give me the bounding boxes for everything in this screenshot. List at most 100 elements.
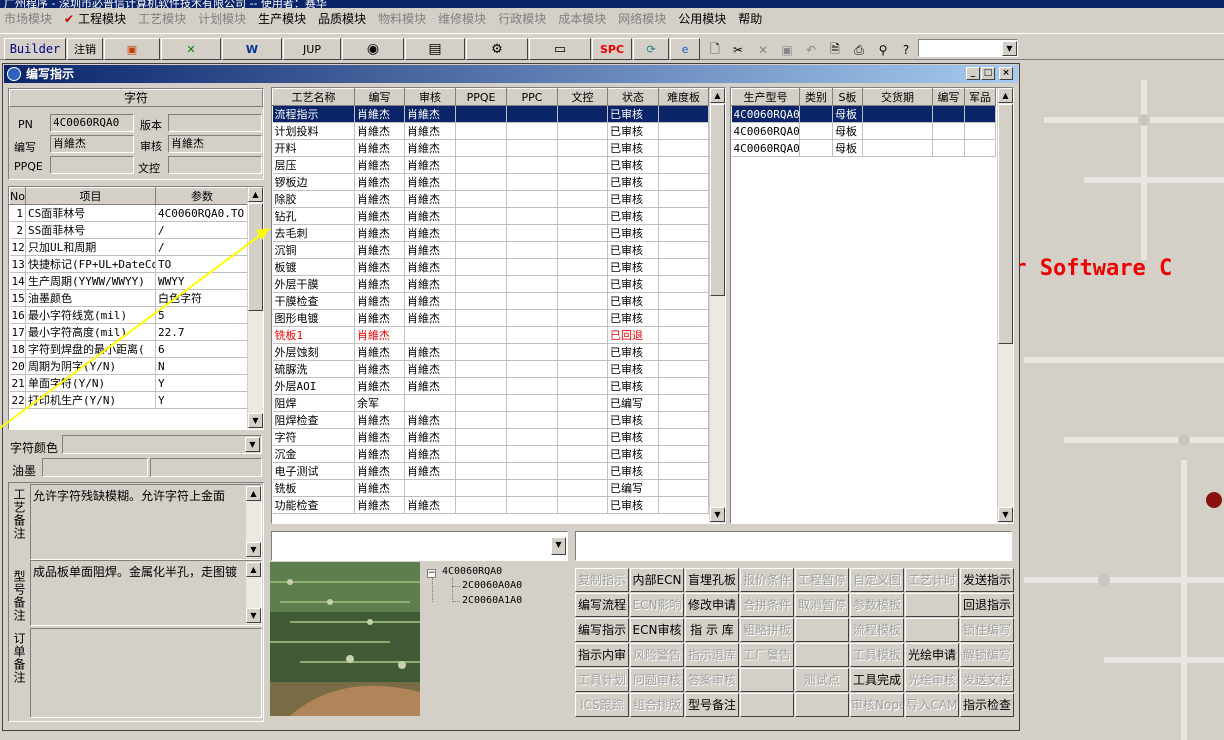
table-row[interactable]: 除胶 肖維杰 肖維杰 已审核 bbox=[272, 190, 709, 208]
table-row[interactable]: 钻孔 肖維杰 肖維杰 已审核 bbox=[272, 207, 709, 225]
menu-item[interactable]: 生产模块 bbox=[258, 10, 306, 27]
action-button[interactable]: 参数模板 bbox=[850, 593, 904, 617]
table-row[interactable]: 流程指示 肖維杰 肖維杰 已审核 bbox=[272, 105, 709, 123]
column-header[interactable]: S板 bbox=[832, 88, 863, 106]
table-row[interactable]: 板镀 肖維杰 肖維杰 已审核 bbox=[272, 258, 709, 276]
scroll-down-icon[interactable]: ▼ bbox=[248, 413, 263, 428]
close-button[interactable]: × bbox=[999, 67, 1013, 80]
action-button[interactable]: 指示内审 bbox=[575, 643, 629, 667]
action-button[interactable]: 工具完成 bbox=[850, 668, 904, 692]
table-row[interactable]: 13 快捷标记(FP+UL+DateCo TO bbox=[9, 255, 249, 273]
action-button[interactable]: 盲埋孔板 bbox=[685, 568, 739, 592]
table-row[interactable]: 12 只加UL和周期 / bbox=[9, 238, 249, 256]
delete-icon[interactable]: ✕ bbox=[753, 40, 773, 60]
table-row[interactable]: 15 油墨颜色 白色字符 bbox=[9, 289, 249, 307]
column-header[interactable]: 文控 bbox=[557, 88, 608, 106]
table-row[interactable]: 20 周期为阴字(Y/N) N bbox=[9, 357, 249, 375]
action-button[interactable]: 工具计划 bbox=[575, 668, 629, 692]
pn-field[interactable]: 4C0060RQA0 bbox=[50, 114, 134, 132]
table-row[interactable]: 电子测试 肖維杰 肖維杰 已审核 bbox=[272, 462, 709, 480]
computer-icon[interactable]: ▭ bbox=[529, 38, 591, 60]
menu-item[interactable]: 计划模块 bbox=[198, 10, 246, 27]
print-icon[interactable]: ⎙ bbox=[849, 40, 869, 60]
scroll-thumb[interactable] bbox=[248, 203, 263, 311]
action-button[interactable]: ECN审核 bbox=[630, 618, 684, 642]
undo-icon[interactable]: ↶ bbox=[801, 40, 821, 60]
menu-item[interactable]: 成本模块 bbox=[558, 10, 606, 27]
action-button[interactable]: 修改申请 bbox=[685, 593, 739, 617]
order-note-memo[interactable] bbox=[30, 628, 262, 718]
action-button[interactable]: 问题审核 bbox=[630, 668, 684, 692]
table-row[interactable]: 18 字符到焊盘的最小距离(6 bbox=[9, 340, 249, 358]
refresh-icon[interactable]: ⟳ bbox=[633, 38, 669, 60]
table-row[interactable]: 沉铜 肖維杰 肖維杰 已审核 bbox=[272, 241, 709, 259]
scroll-thumb[interactable] bbox=[998, 104, 1013, 344]
table-row[interactable]: 22 打印机生产(Y/N) Y bbox=[9, 391, 249, 409]
action-button[interactable]: 报价条件 bbox=[740, 568, 794, 592]
table-row[interactable]: 阻焊 余军 已编写 bbox=[272, 394, 709, 412]
column-header[interactable]: 工艺名称 bbox=[272, 88, 355, 106]
menu-item[interactable]: 市场模块 bbox=[4, 10, 52, 27]
action-button[interactable] bbox=[905, 618, 959, 642]
table-row[interactable]: 锣板边 肖維杰 肖維杰 已审核 bbox=[272, 173, 709, 191]
action-button[interactable]: 编写指示 bbox=[575, 618, 629, 642]
scroll-up-icon[interactable]: ▲ bbox=[710, 88, 725, 103]
action-button[interactable]: 工具模板 bbox=[850, 643, 904, 667]
help-icon[interactable]: ? bbox=[896, 40, 916, 60]
action-button[interactable]: 合拼条件 bbox=[740, 593, 794, 617]
network-icon[interactable]: ⚙ bbox=[466, 38, 528, 60]
table-row[interactable]: 沉金 肖維杰 肖維杰 已审核 bbox=[272, 445, 709, 463]
table-row[interactable]: 外层干膜 肖維杰 肖維杰 已审核 bbox=[272, 275, 709, 293]
table-row[interactable]: 17 最小字符高度(mil) 22.7 bbox=[9, 323, 249, 341]
bottom-right-input[interactable] bbox=[575, 531, 1012, 561]
column-header[interactable]: PPC bbox=[506, 88, 558, 106]
action-button[interactable]: 发送指示 bbox=[960, 568, 1014, 592]
action-button[interactable] bbox=[795, 643, 849, 667]
model-tree[interactable]: − 4C0060RQA0 2C0060A0A0 2C0060A1A0 bbox=[422, 562, 568, 716]
action-button[interactable]: 光绘审核 bbox=[905, 668, 959, 692]
craft-note-memo[interactable]: 允许字符残缺模糊。允许字符上金面 bbox=[30, 484, 262, 560]
scroll-thumb[interactable] bbox=[710, 104, 725, 296]
model-note-memo[interactable]: 成品板单面阻焊。金属化半孔，走图镀 bbox=[30, 560, 262, 626]
table-row[interactable]: 去毛刺 肖維杰 肖維杰 已审核 bbox=[272, 224, 709, 242]
table-row[interactable]: 16 最小字符线宽(mil) 5 bbox=[9, 306, 249, 324]
column-header[interactable]: 难度板 bbox=[658, 88, 709, 106]
table-row[interactable]: 字符 肖維杰 肖維杰 已审核 bbox=[272, 428, 709, 446]
scroll-up-icon[interactable]: ▲ bbox=[248, 187, 263, 202]
action-button[interactable]: 型号备注 bbox=[685, 693, 739, 717]
action-button[interactable] bbox=[740, 693, 794, 717]
doc-control-field[interactable] bbox=[168, 156, 262, 174]
toolbar-combo-dropdown-icon[interactable]: ▼ bbox=[1002, 41, 1017, 56]
column-header[interactable]: 交货期 bbox=[862, 88, 933, 106]
action-button[interactable]: ICS跟踪 bbox=[575, 693, 629, 717]
tree-root[interactable]: 4C0060RQA0 bbox=[442, 566, 502, 577]
table-row[interactable]: 层压 肖維杰 肖維杰 已审核 bbox=[272, 156, 709, 174]
model-note-scrollbar[interactable]: ▲ ▼ bbox=[245, 562, 261, 624]
new-document-icon[interactable]: 🗋 bbox=[705, 40, 725, 60]
action-button[interactable]: ECN影响 bbox=[630, 593, 684, 617]
table-row[interactable]: 4C0060RQA0 母板 bbox=[731, 139, 996, 157]
action-button[interactable]: 自定义图 bbox=[850, 568, 904, 592]
char-color-dropdown-icon[interactable]: ▼ bbox=[245, 437, 260, 452]
reviewer-field[interactable]: 肖維杰 bbox=[168, 135, 262, 153]
excel-icon[interactable]: ✕ bbox=[161, 38, 221, 60]
version-field[interactable] bbox=[168, 114, 262, 132]
table-row[interactable]: 计划投料 肖維杰 肖維杰 已审核 bbox=[272, 122, 709, 140]
eye-icon[interactable]: ◉ bbox=[342, 38, 404, 60]
builder-button[interactable]: Builder bbox=[4, 38, 66, 60]
param-table[interactable]: No 项目 参数 1 CS面菲林号 4C0060RQA0.TO 2 SS面菲林号/12 只加U… bbox=[8, 186, 264, 430]
table-row[interactable]: 阻焊检查 肖維杰 肖維杰 已审核 bbox=[272, 411, 709, 429]
action-button[interactable] bbox=[905, 593, 959, 617]
table-row[interactable]: 铣板1 肖維杰 已回退 bbox=[272, 326, 709, 344]
action-button[interactable]: 组合排版 bbox=[630, 693, 684, 717]
char-color-combo[interactable] bbox=[62, 435, 262, 454]
action-button[interactable]: 编写流程 bbox=[575, 593, 629, 617]
menu-item[interactable]: 品质模块 bbox=[318, 10, 366, 27]
table-row[interactable]: 14 生产周期(YYWW/WWYY) WWYY bbox=[9, 272, 249, 290]
browser-icon[interactable]: e bbox=[670, 38, 700, 60]
menu-item[interactable]: 维修模块 bbox=[438, 10, 486, 27]
writer-field[interactable]: 肖維杰 bbox=[50, 135, 134, 153]
action-button[interactable]: 答案审核 bbox=[685, 668, 739, 692]
spc-button[interactable]: SPC bbox=[592, 38, 632, 60]
scroll-up-icon[interactable]: ▲ bbox=[998, 88, 1013, 103]
